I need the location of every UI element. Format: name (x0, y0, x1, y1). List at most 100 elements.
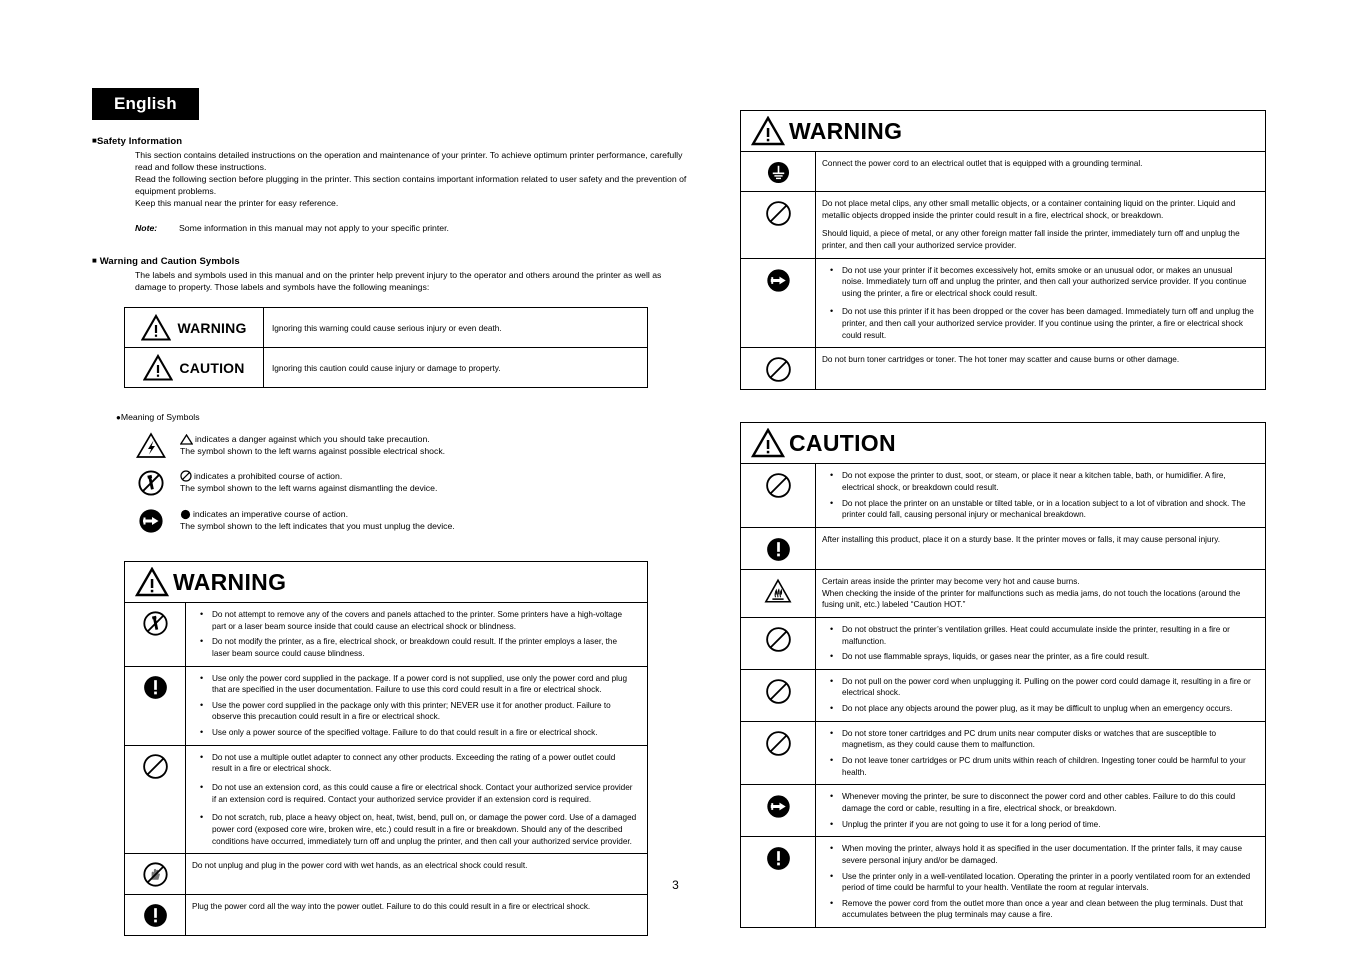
warning-triangle-icon (135, 567, 169, 597)
list-item: Do not place the printer on an unstable … (830, 497, 1255, 521)
prohibited-icon (740, 616, 816, 670)
prohibited-icon (180, 470, 192, 482)
legend-description: Ignoring this warning could cause seriou… (263, 307, 648, 348)
unplug-icon (740, 257, 816, 349)
safety-paragraph-2: Read the following section before pluggi… (135, 174, 687, 196)
warning-banner-right: WARNING (740, 110, 1266, 152)
warning-row-content: Connect the power cord to an electrical … (815, 151, 1266, 192)
safety-information-heading: ■Safety Information (92, 136, 183, 147)
triangle-icon (180, 434, 193, 445)
warning-text: Do not place metal clips, any other smal… (822, 199, 1236, 220)
prohibited-icon (740, 347, 816, 391)
safety-note: Note: Some information in this manual ma… (135, 222, 692, 234)
right-column: WARNING Connect the power cord to an ele… (740, 110, 1266, 929)
list-item: Remove the power cord from the outlet mo… (830, 897, 1255, 921)
banner-label: CAUTION (789, 429, 896, 456)
table-row: After installing this product, place it … (740, 526, 1266, 570)
list-item: Do not use this printer if it has been d… (830, 305, 1255, 341)
imperative-exclamation-icon (124, 894, 186, 937)
manual-page: English ■Safety Information This section… (0, 0, 1351, 954)
table-row: WARNING Ignoring this warning could caus… (124, 307, 648, 348)
list-item: Do not pull on the power cord when unplu… (830, 675, 1255, 699)
warning-table-right: WARNING Connect the power cord to an ele… (740, 110, 1266, 391)
safety-paragraph-3: Keep this manual near the printer for ea… (135, 198, 339, 208)
filled-circle-icon (180, 509, 191, 520)
meaning-of-symbols-title: ●Meaning of Symbols (116, 412, 200, 422)
unplug-icon (740, 784, 816, 838)
warning-row-content: Plug the power cord all the way into the… (185, 894, 648, 937)
note-label: Note: (135, 223, 158, 233)
warning-text: Plug the power cord all the way into the… (192, 902, 591, 912)
warning-triangle-icon (141, 314, 172, 341)
list-item: Do not store toner cartridges and PC dru… (830, 727, 1255, 751)
page-number: 3 (672, 878, 679, 892)
electric-shock-triangle-icon (122, 431, 180, 459)
legend-label-warning: WARNING (124, 307, 264, 348)
table-row: Do not burn toner cartridges or toner. T… (740, 347, 1266, 391)
symbol-legend-item-electric-shock: indicates a danger against which you sho… (122, 431, 692, 459)
caution-row-content: Whenever moving the printer, be sure to … (815, 784, 1266, 838)
warning-caution-symbols-heading: ■ Warning and Caution Symbols (92, 256, 240, 267)
safety-information-body: This section contains detailed instructi… (135, 149, 692, 209)
list-item: Use only the power cord supplied in the … (200, 672, 637, 696)
table-row: Do not store toner cartridges and PC dru… (740, 720, 1266, 786)
safety-paragraph-1: This section contains detailed instructi… (135, 150, 683, 172)
banner-label: WARNING (789, 117, 903, 144)
table-row: Plug the power cord all the way into the… (124, 894, 648, 937)
warning-row-content: Use only the power cord supplied in the … (185, 665, 648, 746)
table-row: Do not place metal clips, any other smal… (740, 191, 1266, 259)
symbol-legend-text: indicates a danger against which you sho… (180, 434, 446, 457)
symbol-legend-table: WARNING Ignoring this warning could caus… (124, 307, 648, 388)
left-column: English ■Safety Information This section… (92, 88, 692, 937)
prohibited-icon (740, 720, 816, 786)
list-item: Do not use a multiple outlet adapter to … (200, 751, 637, 775)
legend-word: CAUTION (179, 359, 245, 376)
caution-row-content: Do not obstruct the printer’s ventilatio… (815, 616, 1266, 670)
warning-row-content: Do not place metal clips, any other smal… (815, 191, 1266, 259)
imperative-exclamation-icon (124, 665, 186, 746)
prohibited-icon (740, 463, 816, 528)
table-row: Do not pull on the power cord when unplu… (740, 668, 1266, 722)
list-item: Do not scratch, rub, place a heavy objec… (200, 811, 637, 847)
table-banner-row: CAUTION (740, 422, 1266, 465)
caution-banner: CAUTION (740, 422, 1266, 465)
list-item: Do not use flammable sprays, liquids, or… (830, 650, 1255, 663)
symbol-legend-item-unplug: indicates an imperative course of action… (122, 506, 692, 535)
list-item: Use the power cord supplied in the packa… (200, 699, 637, 723)
prohibited-icon (740, 191, 816, 259)
list-item: Unplug the printer if you are not going … (830, 818, 1255, 831)
prohibited-icon (740, 668, 816, 722)
warning-row-content: Do not burn toner cartridges or toner. T… (815, 347, 1266, 391)
caution-text: After installing this product, place it … (822, 534, 1221, 544)
warning-row-content: Do not use your printer if it becomes ex… (815, 257, 1266, 349)
list-item: When moving the printer, always hold it … (830, 842, 1255, 866)
caution-row-content: Do not store toner cartridges and PC dru… (815, 720, 1266, 786)
caution-row-content: After installing this product, place it … (815, 526, 1266, 570)
table-row: Certain areas inside the printer may bec… (740, 568, 1266, 618)
legend-description: Ignoring this caution could cause injury… (263, 347, 648, 388)
list-item: Do not modify the printer, as a fire, el… (200, 635, 637, 659)
symbol-legend-item-prohibited: indicates a prohibited course of action.… (122, 468, 692, 497)
table-row: Whenever moving the printer, be sure to … (740, 784, 1266, 838)
warning-triangle-icon (143, 354, 174, 381)
list-item: Do not use your printer if it becomes ex… (830, 264, 1255, 300)
symbol-legend-text: indicates an imperative course of action… (180, 509, 455, 532)
warning-triangle-icon (751, 428, 785, 458)
list-item: Whenever moving the printer, be sure to … (830, 790, 1255, 814)
table-row: Do not use your printer if it becomes ex… (740, 257, 1266, 349)
prohibited-icon (124, 744, 186, 855)
warning-text: Do not burn toner cartridges or toner. T… (822, 355, 1180, 365)
list-item: Do not attempt to remove any of the cove… (200, 608, 637, 632)
unplug-icon (122, 506, 180, 535)
no-disassembly-icon (122, 468, 180, 497)
caution-row-content: Do not expose the printer to dust, soot,… (815, 463, 1266, 528)
caution-text: Certain areas inside the printer may bec… (822, 576, 1241, 610)
list-item: Do not obstruct the printer’s ventilatio… (830, 623, 1255, 647)
warning-triangle-icon (751, 116, 785, 146)
bullet-square-icon: ■ (92, 256, 97, 265)
warning-banner-left: WARNING (124, 561, 648, 603)
list-item: Do not place any objects around the powe… (830, 702, 1255, 715)
legend-word: WARNING (177, 319, 247, 336)
list-item: Do not use an extension cord, as this co… (200, 781, 637, 805)
table-row: Do not obstruct the printer’s ventilatio… (740, 616, 1266, 670)
